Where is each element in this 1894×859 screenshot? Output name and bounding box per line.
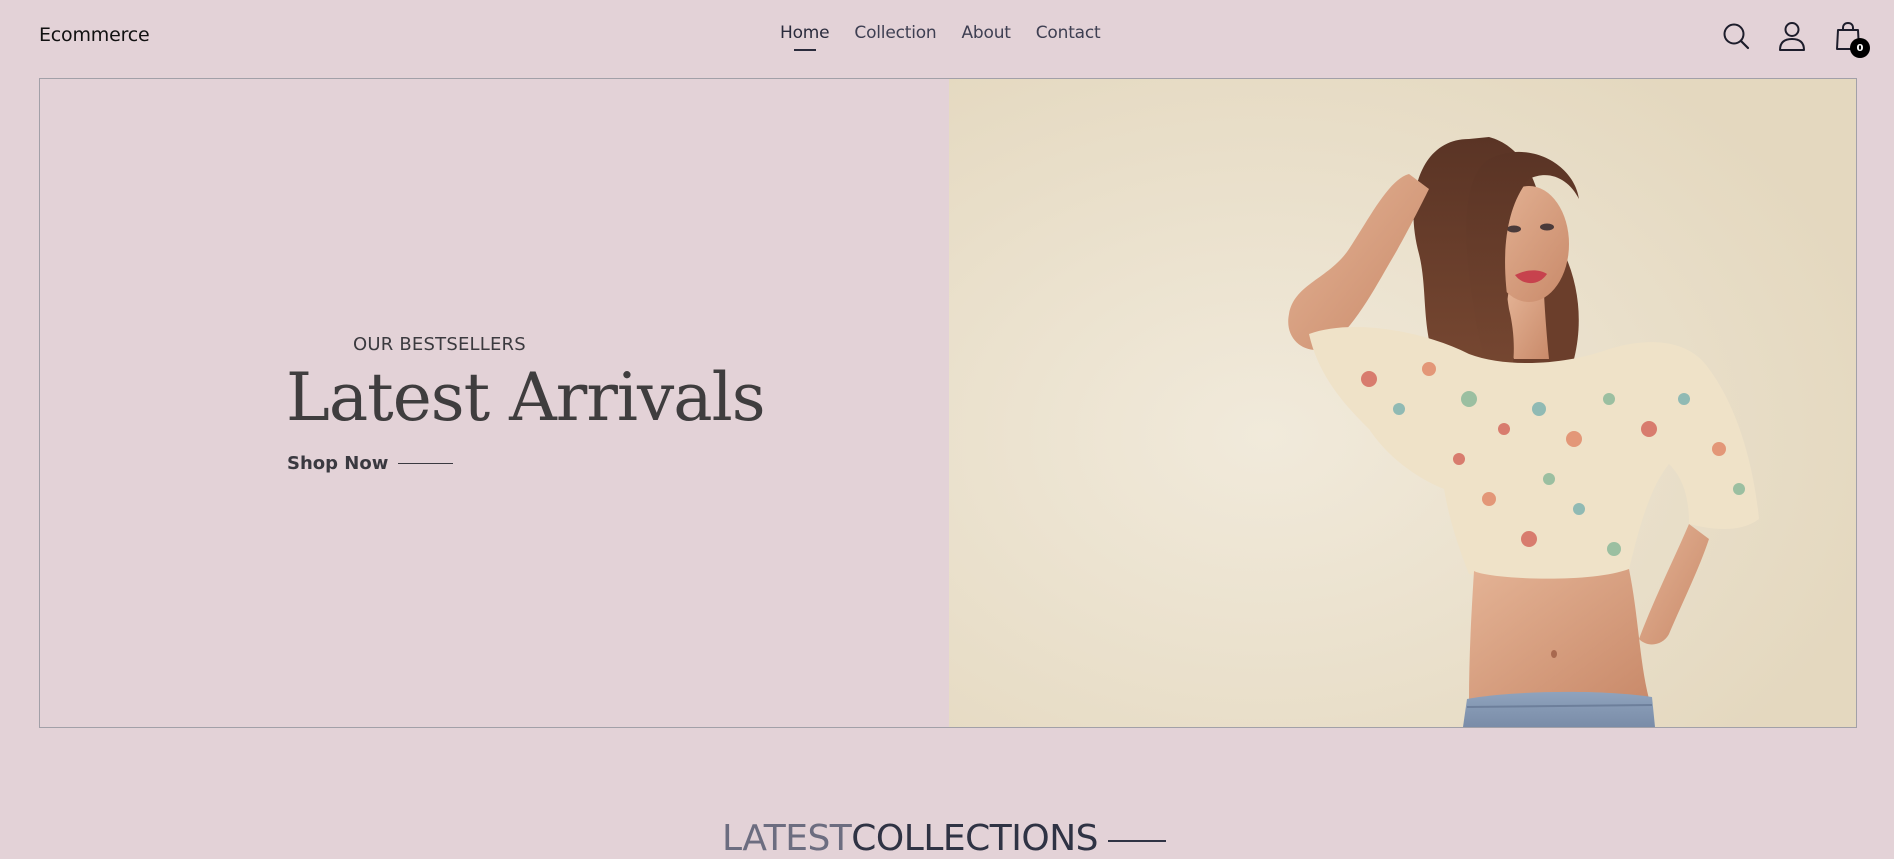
nav-home-label: Home: [780, 23, 830, 43]
header-actions: 0: [1720, 20, 1870, 58]
hero-banner: OUR BESTSELLERS Latest Arrivals Shop Now: [39, 78, 1857, 728]
heading-line: [1108, 839, 1166, 842]
search-icon[interactable]: [1720, 20, 1752, 52]
main-nav: Home Collection About Contact: [780, 23, 1101, 51]
brand-logo[interactable]: Ecommerce: [39, 24, 150, 46]
hero-subtitle: OUR BESTSELLERS: [353, 334, 526, 355]
site-header: Ecommerce Home Collection About Contact: [0, 0, 1894, 74]
active-underline: [793, 49, 816, 51]
nav-home[interactable]: Home: [780, 23, 830, 51]
shop-now-label: Shop Now: [287, 453, 389, 474]
hero-title: Latest Arrivals: [286, 359, 766, 436]
user-icon[interactable]: [1776, 20, 1808, 52]
heading-bold: COLLECTIONS: [851, 818, 1098, 859]
hero-text-panel: OUR BESTSELLERS Latest Arrivals Shop Now: [40, 79, 949, 727]
hero-image: [949, 79, 1856, 727]
heading-light: LATEST: [722, 818, 852, 859]
cart-icon[interactable]: 0: [1832, 20, 1870, 58]
nav-about[interactable]: About: [962, 23, 1011, 43]
cart-count-badge: 0: [1850, 38, 1870, 58]
latest-collections-heading: LATEST COLLECTIONS: [722, 818, 1166, 859]
model-photo: [949, 79, 1856, 727]
nav-contact-label: Contact: [1035, 23, 1101, 43]
shop-now-line: [398, 463, 454, 464]
nav-collection-label: Collection: [854, 23, 937, 43]
nav-collection[interactable]: Collection: [854, 23, 936, 43]
nav-about-label: About: [961, 23, 1011, 43]
nav-contact[interactable]: Contact: [1036, 23, 1101, 43]
shop-now-link[interactable]: Shop Now: [287, 453, 454, 474]
